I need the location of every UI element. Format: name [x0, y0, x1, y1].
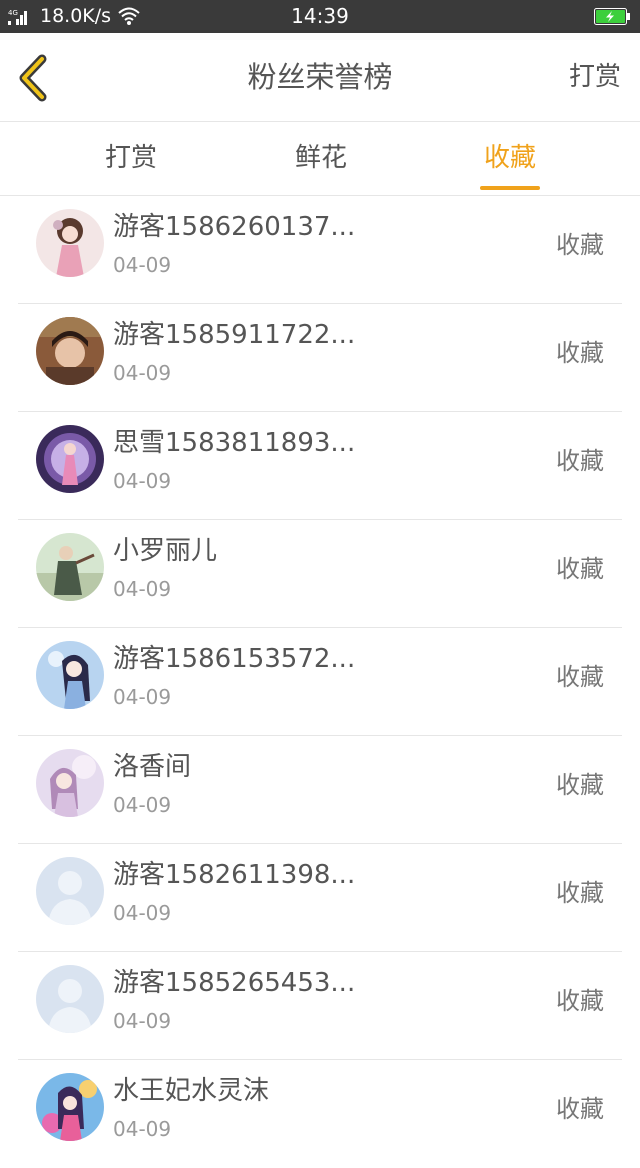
fan-date: 04-09	[113, 361, 172, 385]
fan-date: 04-09	[113, 685, 172, 709]
tab-label: 鲜花	[294, 143, 347, 173]
status-bar: 4G 18.0K/s 14:39	[0, 0, 640, 33]
fan-date: 04-09	[113, 577, 172, 601]
fan-date: 04-09	[113, 793, 172, 817]
fan-name: 游客1585911722...	[113, 320, 356, 350]
avatar	[36, 317, 104, 385]
reward-button[interactable]: 打赏	[569, 33, 621, 121]
favorite-label: 收藏	[556, 663, 604, 691]
avatar	[36, 749, 104, 817]
fan-name: 思雪1583811893...	[113, 428, 356, 458]
avatar	[36, 533, 104, 601]
page-title: 粉丝荣誉榜	[247, 60, 393, 94]
fan-date: 04-09	[113, 901, 172, 925]
favorite-label: 收藏	[556, 231, 604, 259]
fan-date: 04-09	[113, 1009, 172, 1033]
fan-list: 游客1586260137... 04-09 收藏 游客1585911722...…	[0, 196, 640, 1168]
fan-name: 游客1586153572...	[113, 644, 356, 674]
favorite-label: 收藏	[556, 879, 604, 907]
status-time: 14:39	[291, 4, 349, 28]
avatar	[36, 1073, 104, 1141]
list-item[interactable]: 游客1585911722... 04-09 收藏	[0, 304, 640, 412]
avatar	[36, 857, 104, 925]
header: 粉丝荣誉榜 打赏	[0, 33, 640, 122]
tab-bar: 打赏 鲜花 收藏	[0, 122, 640, 196]
avatar	[36, 965, 104, 1033]
list-item[interactable]: 游客1585265453... 04-09 收藏	[0, 952, 640, 1060]
favorite-label: 收藏	[556, 1095, 604, 1123]
fan-name: 洛香间	[113, 752, 192, 782]
avatar	[36, 425, 104, 493]
fan-name: 游客1582611398...	[113, 860, 356, 890]
tab-active-indicator	[480, 186, 540, 190]
fan-name: 游客1585265453...	[113, 968, 356, 998]
list-item[interactable]: 游客1582611398... 04-09 收藏	[0, 844, 640, 952]
list-item[interactable]: 游客1586260137... 04-09 收藏	[0, 196, 640, 304]
favorite-label: 收藏	[556, 987, 604, 1015]
favorite-label: 收藏	[556, 555, 604, 583]
tab-flower[interactable]: 鲜花	[290, 122, 352, 195]
battery-charging-icon	[594, 8, 630, 25]
fan-date: 04-09	[113, 469, 172, 493]
list-item[interactable]: 思雪1583811893... 04-09 收藏	[0, 412, 640, 520]
list-item[interactable]: 小罗丽儿 04-09 收藏	[0, 520, 640, 628]
list-item[interactable]: 水王妃水灵沫 04-09 收藏	[0, 1060, 640, 1168]
tab-favorite[interactable]: 收藏	[480, 122, 540, 195]
avatar	[36, 641, 104, 709]
favorite-label: 收藏	[556, 339, 604, 367]
favorite-label: 收藏	[556, 447, 604, 475]
avatar	[36, 209, 104, 277]
favorite-label: 收藏	[556, 771, 604, 799]
fan-name: 游客1586260137...	[113, 212, 356, 242]
fan-name: 小罗丽儿	[113, 536, 218, 566]
tab-reward[interactable]: 打赏	[100, 122, 162, 195]
fan-date: 04-09	[113, 1117, 172, 1141]
tab-label: 打赏	[104, 143, 157, 173]
fan-name: 水王妃水灵沫	[113, 1076, 270, 1106]
tab-label: 收藏	[483, 143, 536, 173]
fan-date: 04-09	[113, 253, 172, 277]
list-item[interactable]: 洛香间 04-09 收藏	[0, 736, 640, 844]
list-item[interactable]: 游客1586153572... 04-09 收藏	[0, 628, 640, 736]
